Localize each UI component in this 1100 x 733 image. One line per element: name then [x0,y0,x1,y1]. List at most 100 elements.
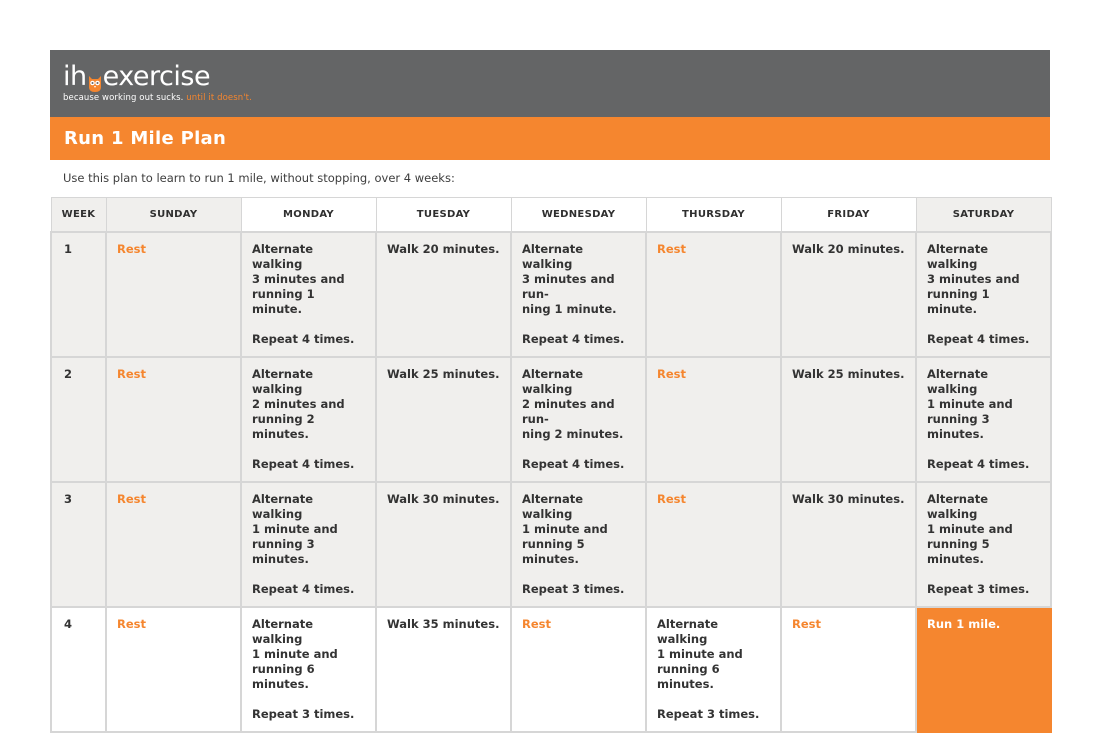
workout-line: Alternate walking [252,367,314,396]
thursday-cell: Alternate walking 1 minute and running 6… [645,606,782,733]
workout-line: 1 minute and [657,647,743,661]
workout-line: 2 minutes and run- [522,397,615,426]
plan-title: Run 1 Mile Plan [50,117,1050,160]
repeat-note: Repeat 3 times. [522,582,625,596]
workout-line: running 1 minute. [252,287,315,316]
rest-label: Rest [522,617,551,631]
workout-line: 1 minute and [927,397,1013,411]
workout-line: ning 2 minutes. [522,427,624,441]
workout-line: running 5 minutes. [927,537,990,566]
sunday-cell: Rest [105,231,242,358]
tagline-accent: until it doesn't. [183,93,252,103]
workout-line: Alternate walking [252,242,314,271]
monday-cell: Alternate walking 1 minute and running 3… [240,481,377,608]
workout-line: Walk 25 minutes. [792,367,905,381]
tagline-text: because working out sucks. [63,93,184,103]
repeat-note: Repeat 4 times. [252,457,355,471]
brand-name-left: ih [63,61,87,92]
week-row-3: 3 Rest Alternate walking 1 minute and ru… [50,481,1052,608]
workout-line: 2 minutes and [252,397,345,411]
plan-card: ih exercise because working out sucks. un… [50,50,1052,733]
header-sunday: SUNDAY [105,197,242,233]
wednesday-cell: Alternate walking 2 minutes and run- nin… [510,356,647,483]
brand-tagline: because working out sucks. until it does… [63,93,252,103]
thursday-cell: Rest [645,231,782,358]
workout-line: 3 minutes and [252,272,345,286]
repeat-note: Repeat 3 times. [252,707,355,721]
rest-label: Rest [117,617,146,631]
tuesday-cell: Walk 30 minutes. [375,481,512,608]
workout-line: Alternate walking [927,367,989,396]
workout-line: Alternate walking [927,492,989,521]
workout-line: 1 minute and [252,522,338,536]
saturday-cell: Alternate walking 1 minute and running 3… [915,356,1052,483]
header-tuesday: TUESDAY [375,197,512,233]
header-wednesday: WEDNESDAY [510,197,647,233]
goal-text: Run 1 mile. [927,617,1001,631]
repeat-note: Repeat 4 times. [927,457,1030,471]
header-saturday: SATURDAY [915,197,1052,233]
workout-line: Walk 20 minutes. [792,242,905,256]
repeat-note: Repeat 4 times. [522,457,625,471]
workout-line: running 6 minutes. [657,662,720,691]
workout-line: running 3 minutes. [252,537,315,566]
monday-cell: Alternate walking 3 minutes and running … [240,231,377,358]
sunday-cell: Rest [105,481,242,608]
header-friday: FRIDAY [780,197,917,233]
wednesday-cell: Alternate walking 3 minutes and run- nin… [510,231,647,358]
saturday-cell: Alternate walking 3 minutes and running … [915,231,1052,358]
workout-line: Alternate walking [927,242,989,271]
week-row-1: 1 Rest Alternate walking 3 minutes and r… [50,231,1052,358]
header-monday: MONDAY [240,197,377,233]
repeat-note: Repeat 4 times. [927,332,1030,346]
friday-cell: Walk 30 minutes. [780,481,917,608]
week-number: 2 [50,356,107,483]
workout-line: 1 minute and [927,522,1013,536]
week-number: 3 [50,481,107,608]
plan-intro: Use this plan to learn to run 1 mile, wi… [63,171,455,185]
rest-label: Rest [117,242,146,256]
header-thursday: THURSDAY [645,197,782,233]
wednesday-cell: Rest [510,606,647,733]
workout-line: Alternate walking [522,492,584,521]
rest-label: Rest [657,492,686,506]
header-week: WEEK [50,197,107,233]
workout-line: running 6 minutes. [252,662,315,691]
brand-logo: ih exercise because working out sucks. un… [63,62,252,104]
brand-wordmark: ih exercise [63,62,252,92]
wednesday-cell: Alternate walking 1 minute and running 5… [510,481,647,608]
monday-cell: Alternate walking 2 minutes and running … [240,356,377,483]
rest-label: Rest [657,367,686,381]
week-number: 4 [50,606,107,733]
sunday-cell: Rest [105,606,242,733]
repeat-note: Repeat 4 times. [252,332,355,346]
workout-line: running 1 minute. [927,287,990,316]
rest-label: Rest [117,492,146,506]
header-row: WEEK SUNDAY MONDAY TUESDAY WEDNESDAY THU… [50,197,1052,233]
tuesday-cell: Walk 20 minutes. [375,231,512,358]
sunday-cell: Rest [105,356,242,483]
workout-line: Walk 25 minutes. [387,367,500,381]
thursday-cell: Rest [645,356,782,483]
workout-line: Alternate walking [252,617,314,646]
repeat-note: Repeat 3 times. [927,582,1030,596]
saturday-cell: Alternate walking 1 minute and running 5… [915,481,1052,608]
workout-line: Walk 20 minutes. [387,242,500,256]
workout-line: 3 minutes and run- [522,272,615,301]
week-row-2: 2 Rest Alternate walking 2 minutes and r… [50,356,1052,483]
rest-label: Rest [117,367,146,381]
schedule-table: WEEK SUNDAY MONDAY TUESDAY WEDNESDAY THU… [50,197,1052,733]
workout-line: running 5 minutes. [522,537,585,566]
workout-line: 1 minute and [252,647,338,661]
week-number: 1 [50,231,107,358]
repeat-note: Repeat 4 times. [252,582,355,596]
workout-line: Alternate walking [657,617,719,646]
week-row-4: 4 Rest Alternate walking 1 minute and ru… [50,606,1052,733]
workout-line: Walk 30 minutes. [387,492,500,506]
workout-line: Alternate walking [522,367,584,396]
tuesday-cell: Walk 35 minutes. [375,606,512,733]
tuesday-cell: Walk 25 minutes. [375,356,512,483]
brand-name-right: exercise [102,61,211,92]
workout-line: Alternate walking [252,492,314,521]
friday-cell: Walk 20 minutes. [780,231,917,358]
